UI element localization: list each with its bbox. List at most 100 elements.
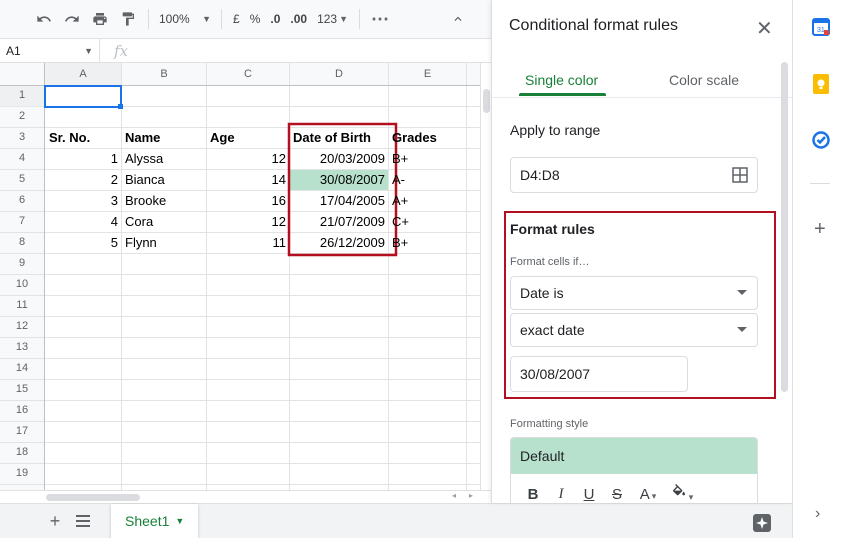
row-header[interactable]: 18: [0, 446, 44, 458]
tasks-icon[interactable]: [812, 131, 830, 154]
cell-sr[interactable]: 2: [45, 170, 118, 190]
range-input[interactable]: D4:D8: [510, 157, 758, 193]
plus-icon[interactable]: +: [41, 507, 69, 535]
scroll-right-icon[interactable]: ▸: [469, 491, 473, 500]
close-icon[interactable]: ✕: [756, 16, 773, 41]
date-value-input[interactable]: 30/08/2007: [510, 356, 688, 392]
percent-button[interactable]: %: [245, 5, 266, 33]
cell-dob[interactable]: 20/03/2009: [290, 149, 385, 169]
redo-icon[interactable]: [58, 5, 86, 33]
row-header[interactable]: 13: [0, 341, 44, 353]
vertical-scroll-thumb[interactable]: [483, 89, 490, 113]
plus-icon[interactable]: +: [814, 218, 826, 241]
column-header-a[interactable]: A: [45, 63, 121, 85]
cell-grade[interactable]: B+: [392, 233, 408, 253]
calendar-icon[interactable]: 31: [812, 18, 830, 41]
horizontal-scroll-thumb[interactable]: [46, 494, 140, 501]
decrease-decimal-button[interactable]: .0: [265, 5, 285, 33]
cell-name[interactable]: Alyssa: [125, 149, 163, 169]
row-header[interactable]: 10: [0, 278, 44, 290]
cell-name[interactable]: Flynn: [125, 233, 157, 253]
chevron-right-icon[interactable]: ›: [815, 505, 820, 523]
row-header[interactable]: 19: [0, 467, 44, 479]
undo-icon[interactable]: [30, 5, 58, 33]
row-header[interactable]: 7: [0, 215, 44, 227]
row-header[interactable]: 12: [0, 320, 44, 332]
menu-lines-icon[interactable]: [69, 507, 97, 535]
cell-sr[interactable]: 3: [45, 191, 118, 211]
row-header[interactable]: 9: [0, 257, 44, 269]
sheet-tab-sheet1[interactable]: Sheet1 ▼: [111, 503, 199, 538]
cell-grade[interactable]: B+: [392, 149, 408, 169]
column-header-c[interactable]: C: [207, 63, 289, 85]
paint-format-icon[interactable]: [114, 5, 142, 33]
cell-dob[interactable]: 26/12/2009: [290, 233, 385, 253]
scroll-left-icon[interactable]: ◂: [452, 491, 456, 500]
row-header[interactable]: 1: [0, 89, 44, 101]
cell-sr[interactable]: 5: [45, 233, 118, 253]
row-header[interactable]: 2: [0, 110, 44, 122]
row-header[interactable]: 6: [0, 194, 44, 206]
zoom-select[interactable]: 100% ▼: [155, 5, 215, 33]
header-cell-sr-no[interactable]: Sr. No.: [49, 128, 90, 148]
cell-age[interactable]: 12: [207, 149, 286, 169]
row-header[interactable]: 11: [0, 299, 44, 311]
print-icon[interactable]: [86, 5, 114, 33]
more-formats-button[interactable]: 123 ▼: [312, 5, 353, 33]
row-header[interactable]: 4: [0, 152, 44, 164]
condition-select[interactable]: Date is: [510, 276, 758, 310]
row-header[interactable]: 15: [0, 383, 44, 395]
formula-input[interactable]: [128, 39, 491, 62]
column-header-b[interactable]: B: [122, 63, 206, 85]
header-cell-grades[interactable]: Grades: [392, 128, 437, 148]
more-horizontal-icon[interactable]: ⋯: [366, 5, 394, 33]
cell-dob[interactable]: 21/07/2009: [290, 212, 385, 232]
tab-single-color[interactable]: Single color: [525, 72, 598, 88]
increase-decimal-button[interactable]: .00: [285, 5, 312, 33]
italic-icon[interactable]: I: [547, 486, 575, 503]
keep-icon[interactable]: [812, 74, 830, 99]
name-box[interactable]: A1 ▼: [0, 39, 100, 62]
cell-name[interactable]: Cora: [125, 212, 153, 232]
horizontal-scrollbar[interactable]: ◂ ▸: [0, 490, 491, 503]
grid-select-icon[interactable]: [732, 167, 748, 186]
text-color-icon[interactable]: A ▾: [631, 486, 665, 503]
cell-sr[interactable]: 1: [45, 149, 118, 169]
explore-icon[interactable]: [752, 513, 772, 533]
cell-sr[interactable]: 4: [45, 212, 118, 232]
date-mode-select[interactable]: exact date: [510, 313, 758, 347]
row-header[interactable]: 14: [0, 362, 44, 374]
column-header-e[interactable]: E: [389, 63, 466, 85]
bold-icon[interactable]: B: [519, 486, 547, 503]
cell-name[interactable]: Brooke: [125, 191, 166, 211]
currency-button[interactable]: £: [228, 5, 245, 33]
row-header[interactable]: 5: [0, 173, 44, 185]
row-header[interactable]: 3: [0, 131, 44, 143]
cell-age[interactable]: 14: [207, 170, 286, 190]
header-cell-dob[interactable]: Date of Birth: [293, 128, 371, 148]
cell-grade[interactable]: A-: [392, 170, 405, 190]
fill-color-icon[interactable]: ▾: [665, 484, 699, 503]
column-header-d[interactable]: D: [290, 63, 388, 85]
tab-color-scale[interactable]: Color scale: [669, 72, 739, 88]
style-preset-select[interactable]: Default: [511, 438, 757, 474]
cell-dob[interactable]: 17/04/2005: [290, 191, 385, 211]
header-cell-age[interactable]: Age: [210, 128, 235, 148]
panel-scrollbar[interactable]: [781, 62, 788, 392]
strikethrough-icon[interactable]: S: [603, 486, 631, 503]
row-header[interactable]: 16: [0, 404, 44, 416]
cell-age[interactable]: 11: [207, 233, 287, 253]
cell-age[interactable]: 12: [207, 212, 286, 232]
row-header[interactable]: 8: [0, 236, 44, 248]
cell-grade[interactable]: C+: [392, 212, 409, 232]
cell-age[interactable]: 16: [207, 191, 286, 211]
row-header[interactable]: 17: [0, 425, 44, 437]
cell-dob[interactable]: 30/08/2007: [290, 170, 385, 190]
cell-name[interactable]: Bianca: [125, 170, 165, 190]
header-cell-name[interactable]: Name: [125, 128, 160, 148]
cell-grade[interactable]: A+: [392, 191, 408, 211]
chevron-up-icon[interactable]: [444, 5, 472, 33]
spreadsheet-grid[interactable]: A B C D E 1 2 3 4 5 6 7 8 9 10 11 12 13 …: [0, 63, 480, 490]
vertical-scrollbar[interactable]: [480, 63, 491, 490]
underline-icon[interactable]: U: [575, 486, 603, 503]
